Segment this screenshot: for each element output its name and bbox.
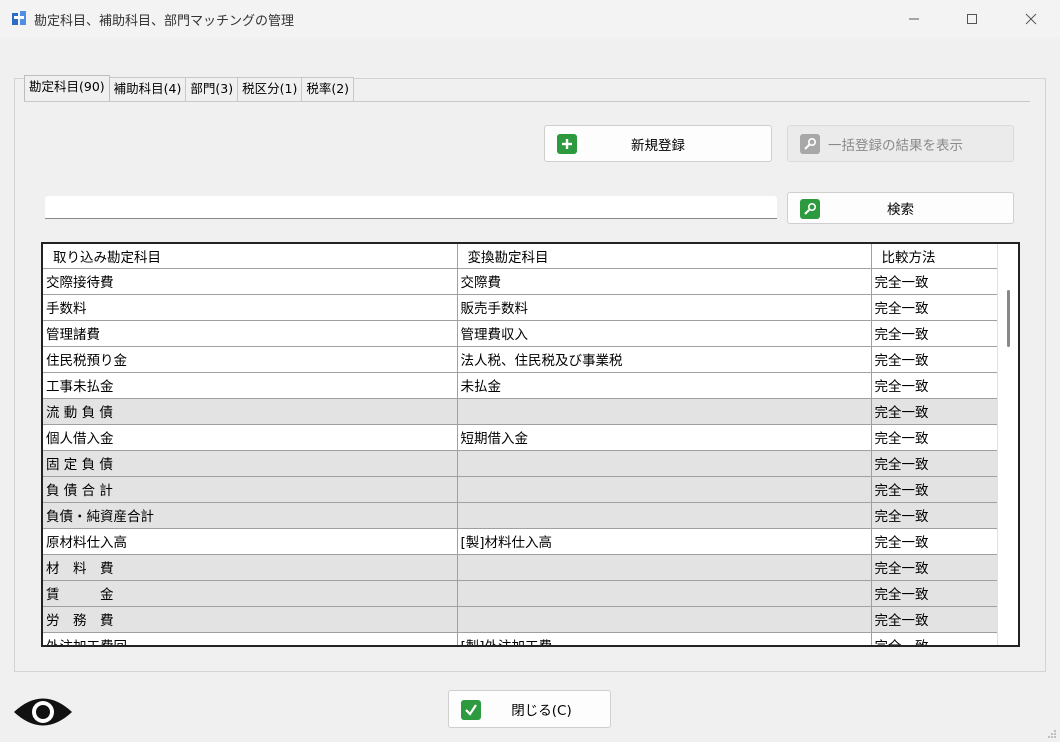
cell-source[interactable]: 外注加工費回: [43, 631, 458, 645]
new-registration-label: 新規登録: [631, 137, 685, 154]
table-row[interactable]: 手数料 販売手数料 完全一致: [43, 293, 999, 321]
cell-method[interactable]: 完全一致: [870, 631, 999, 645]
new-registration-button[interactable]: 新規登録: [544, 125, 772, 162]
cell-source[interactable]: 原材料仕入高: [43, 527, 458, 555]
cell-target[interactable]: [製]材料仕入高: [456, 527, 872, 555]
vertical-scrollbar[interactable]: [997, 244, 1018, 645]
table-row[interactable]: 管理諸費 管理費収入 完全一致: [43, 319, 999, 347]
cell-target[interactable]: 短期借入金: [456, 423, 872, 451]
table-row[interactable]: 住民税預り金 法人税、住民税及び事業税 完全一致: [43, 345, 999, 373]
table-row[interactable]: 固 定 負 債 完全一致: [43, 449, 999, 477]
scrollbar-thumb[interactable]: [1007, 290, 1010, 347]
eye-icon[interactable]: [12, 693, 74, 731]
table-row[interactable]: 原材料仕入高 [製]材料仕入高 完全一致: [43, 527, 999, 555]
table-header-row: 取り込み勘定科目 変換勘定科目 比較方法: [43, 244, 999, 269]
cell-source[interactable]: 負債・純資産合計: [43, 501, 458, 529]
cell-target[interactable]: [456, 605, 872, 633]
search-input[interactable]: [45, 196, 777, 219]
cell-method[interactable]: 完全一致: [870, 345, 999, 373]
app-icon: [12, 11, 26, 25]
column-header-target[interactable]: 変換勘定科目: [456, 244, 872, 269]
cell-target[interactable]: 管理費収入: [456, 319, 872, 347]
cell-source[interactable]: 手数料: [43, 293, 458, 321]
table-row[interactable]: 流 動 負 債 完全一致: [43, 397, 999, 425]
close-window-button[interactable]: [1008, 0, 1054, 38]
magnifier-icon: [800, 134, 820, 154]
search-label: 検索: [887, 202, 914, 218]
maximize-icon: [967, 14, 977, 24]
maximize-button[interactable]: [949, 0, 995, 38]
cell-method[interactable]: 完全一致: [870, 475, 999, 503]
minimize-icon: [909, 18, 919, 20]
cell-method[interactable]: 完全一致: [870, 319, 999, 347]
cell-method[interactable]: 完全一致: [870, 449, 999, 477]
tab-tax-categories[interactable]: 税区分(1): [237, 77, 303, 101]
column-header-source[interactable]: 取り込み勘定科目: [43, 244, 458, 269]
table-row[interactable]: 工事未払金 未払金 完全一致: [43, 371, 999, 399]
cell-method[interactable]: 完全一致: [870, 553, 999, 581]
cell-source[interactable]: 工事未払金: [43, 371, 458, 399]
cell-source[interactable]: 住民税預り金: [43, 345, 458, 373]
table-row[interactable]: 交際接待費 交際費 完全一致: [43, 267, 999, 295]
tab-divider: [24, 101, 1030, 102]
cell-target[interactable]: [456, 501, 872, 529]
cell-target[interactable]: [456, 397, 872, 425]
show-bulk-result-label: 一括登録の結果を表示: [828, 137, 963, 154]
cell-target[interactable]: [456, 553, 872, 581]
cell-method[interactable]: 完全一致: [870, 423, 999, 451]
cell-target[interactable]: [456, 449, 872, 477]
cell-target[interactable]: 未払金: [456, 371, 872, 399]
minimize-button[interactable]: [891, 0, 937, 38]
cell-target[interactable]: 販売手数料: [456, 293, 872, 321]
tab-sub-accounts[interactable]: 補助科目(4): [108, 77, 187, 101]
table-row[interactable]: 外注加工費回 [製]外注加工費 完全一致: [43, 631, 999, 645]
cell-source[interactable]: 労 務 費: [43, 605, 458, 633]
column-header-method[interactable]: 比較方法: [870, 244, 999, 269]
cell-source[interactable]: 賃 金: [43, 579, 458, 607]
cell-source[interactable]: 負 債 合 計: [43, 475, 458, 503]
cell-target[interactable]: [456, 579, 872, 607]
table-row[interactable]: 負債・純資産合計 完全一致: [43, 501, 999, 529]
tab-accounts[interactable]: 勘定科目(90): [24, 75, 110, 101]
search-button[interactable]: 検索: [787, 192, 1014, 224]
table-row[interactable]: 個人借入金 短期借入金 完全一致: [43, 423, 999, 451]
cell-source[interactable]: 流 動 負 債: [43, 397, 458, 425]
cell-source[interactable]: 材 料 費: [43, 553, 458, 581]
cell-method[interactable]: 完全一致: [870, 605, 999, 633]
cell-target[interactable]: 法人税、住民税及び事業税: [456, 345, 872, 373]
cell-method[interactable]: 完全一致: [870, 371, 999, 399]
cell-target[interactable]: 交際費: [456, 267, 872, 295]
tab-strip: 勘定科目(90) 補助科目(4) 部門(3) 税区分(1) 税率(2): [24, 75, 355, 101]
cell-method[interactable]: 完全一致: [870, 267, 999, 295]
window-title: 勘定科目、補助科目、部門マッチングの管理: [34, 14, 295, 29]
table-row[interactable]: 材 料 費 完全一致: [43, 553, 999, 581]
tab-tax-rates[interactable]: 税率(2): [301, 77, 355, 101]
account-mapping-table: 取り込み勘定科目 変換勘定科目 比較方法 交際接待費 交際費 完全一致 手数料 販売手数…: [41, 242, 1020, 647]
cell-method[interactable]: 完全一致: [870, 293, 999, 321]
table-row[interactable]: 負 債 合 計 完全一致: [43, 475, 999, 503]
title-bar: 勘定科目、補助科目、部門マッチングの管理: [0, 0, 1060, 38]
close-button[interactable]: 閉じる(C): [448, 690, 611, 728]
cell-source[interactable]: 個人借入金: [43, 423, 458, 451]
cell-method[interactable]: 完全一致: [870, 397, 999, 425]
close-icon: [1025, 13, 1037, 25]
tab-departments[interactable]: 部門(3): [185, 77, 239, 101]
cell-source[interactable]: 交際接待費: [43, 267, 458, 295]
cell-target[interactable]: [456, 475, 872, 503]
cell-source[interactable]: 固 定 負 債: [43, 449, 458, 477]
cell-method[interactable]: 完全一致: [870, 579, 999, 607]
cell-source[interactable]: 管理諸費: [43, 319, 458, 347]
cell-target[interactable]: [製]外注加工費: [456, 631, 872, 645]
close-label: 閉じる(C): [511, 703, 572, 719]
table-row[interactable]: 労 務 費 完全一致: [43, 605, 999, 633]
table-row[interactable]: 賃 金 完全一致: [43, 579, 999, 607]
show-bulk-result-button[interactable]: 一括登録の結果を表示: [787, 125, 1014, 162]
cell-method[interactable]: 完全一致: [870, 501, 999, 529]
cell-method[interactable]: 完全一致: [870, 527, 999, 555]
resize-grip-icon[interactable]: [1047, 729, 1057, 739]
